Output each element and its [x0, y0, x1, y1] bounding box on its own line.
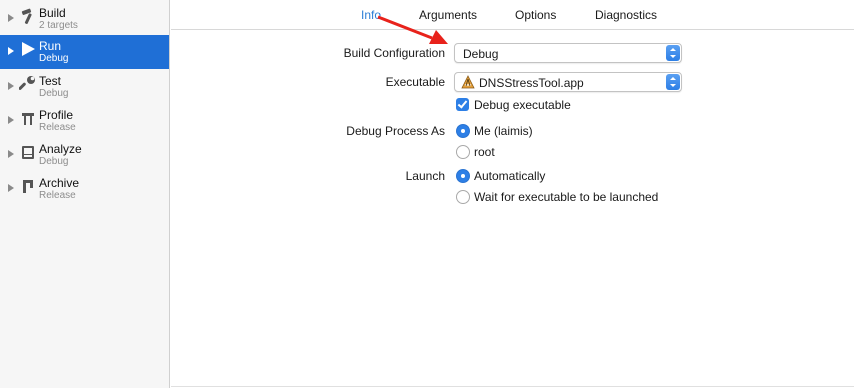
- sidebar-item-run[interactable]: Run Debug: [0, 35, 169, 69]
- sidebar-item-subtitle: Debug: [39, 88, 69, 99]
- sidebar-item-title: Archive: [39, 176, 80, 190]
- debug-process-root-radio[interactable]: [456, 145, 470, 159]
- debug-executable-checkbox[interactable]: [456, 98, 469, 111]
- content-divider: [171, 386, 854, 387]
- play-icon: [22, 42, 35, 56]
- sidebar-item-archive[interactable]: Archive Release: [0, 172, 169, 206]
- executable-label: Executable: [385, 75, 445, 89]
- tab-options[interactable]: Options: [515, 8, 556, 22]
- executable-popup[interactable]: DNSStressTool.app: [454, 72, 682, 92]
- analyze-icon: [22, 146, 34, 159]
- sidebar-item-subtitle: 2 targets: [39, 20, 78, 31]
- tab-arguments[interactable]: Arguments: [419, 8, 477, 22]
- scheme-tab-bar: Info Arguments Options Diagnostics: [171, 0, 854, 30]
- wrench-icon: [19, 76, 35, 90]
- sidebar-item-analyze[interactable]: Analyze Debug: [0, 138, 169, 172]
- hammer-icon: [21, 8, 32, 24]
- sidebar-item-subtitle: Debug: [39, 53, 69, 64]
- sidebar-item-title: Test: [39, 74, 62, 88]
- launch-wait-radio[interactable]: [456, 190, 470, 204]
- launch-automatically-radio[interactable]: [456, 169, 470, 183]
- sidebar-item-subtitle: Release: [39, 190, 76, 201]
- tab-info[interactable]: Info: [361, 8, 381, 22]
- launch-wait-label: Wait for executable to be launched: [474, 190, 659, 204]
- sidebar-item-test[interactable]: Test Debug: [0, 70, 169, 104]
- disclosure-triangle-icon[interactable]: [8, 150, 14, 158]
- disclosure-triangle-icon[interactable]: [8, 14, 14, 22]
- executable-value: DNSStressTool.app: [479, 76, 584, 90]
- disclosure-triangle-icon[interactable]: [8, 184, 14, 192]
- tab-diagnostics[interactable]: Diagnostics: [595, 8, 657, 22]
- sidebar-item-build[interactable]: Build 2 targets: [0, 2, 169, 36]
- app-icon: [461, 75, 475, 89]
- sidebar-item-profile[interactable]: Profile Release: [0, 104, 169, 138]
- sidebar-item-subtitle: Debug: [39, 156, 69, 167]
- launch-label: Launch: [405, 169, 445, 183]
- instruments-icon: [22, 113, 34, 125]
- build-configuration-popup[interactable]: Debug: [454, 43, 682, 63]
- sidebar-item-title: Run: [39, 39, 62, 53]
- sidebar-item-subtitle: Release: [39, 122, 76, 133]
- debug-process-me-radio[interactable]: [456, 124, 470, 138]
- sidebar-item-title: Profile: [39, 108, 74, 122]
- scheme-action-sidebar: Build 2 targets Run Debug Test Debug Pro…: [0, 0, 170, 388]
- disclosure-triangle-icon[interactable]: [8, 82, 14, 90]
- disclosure-triangle-icon[interactable]: [8, 116, 14, 124]
- sidebar-item-title: Build: [39, 6, 66, 20]
- popup-stepper-icon: [666, 74, 680, 90]
- sidebar-item-title: Analyze: [39, 142, 82, 156]
- build-configuration-label: Build Configuration: [343, 46, 445, 60]
- debug-process-me-label: Me (laimis): [474, 124, 533, 138]
- build-configuration-value: Debug: [463, 47, 499, 61]
- popup-stepper-icon: [666, 45, 680, 61]
- debug-process-root-label: root: [474, 145, 495, 159]
- archive-icon: [23, 180, 33, 193]
- launch-automatically-label: Automatically: [474, 169, 546, 183]
- debug-executable-label: Debug executable: [474, 98, 571, 112]
- debug-process-as-label: Debug Process As: [346, 124, 445, 138]
- disclosure-triangle-icon[interactable]: [8, 47, 14, 55]
